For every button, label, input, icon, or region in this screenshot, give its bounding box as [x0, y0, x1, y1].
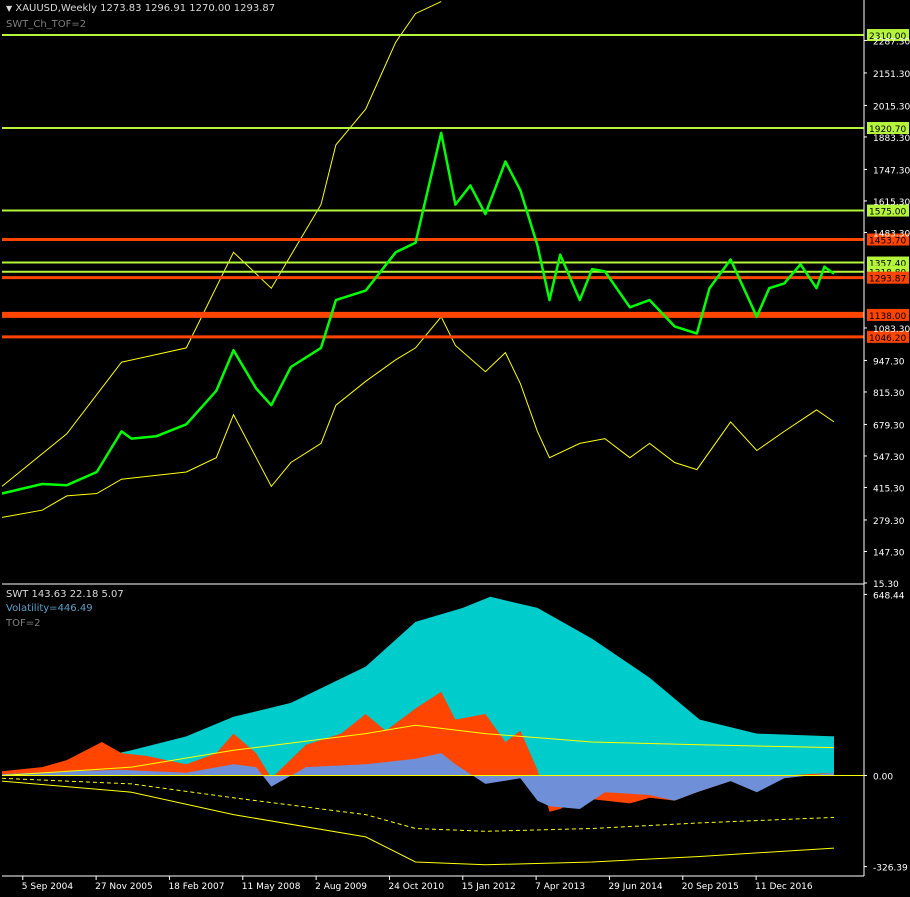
- indicator-name-label: SWT_Ch_TOF=2: [6, 19, 87, 30]
- date-tick-label-7: 15 Jan 2012: [462, 882, 516, 892]
- symbol-ohlc-text: XAUUSD,Weekly 1273.83 1296.91 1270.00 12…: [15, 3, 276, 14]
- date-tick-label-2: 27 Nov 2005: [95, 882, 153, 892]
- price-tick-label-7: 1483.30: [873, 229, 910, 239]
- level-tag-text-9: 1046.20: [869, 334, 906, 344]
- price-tick-label-9: 947.30: [873, 357, 905, 367]
- price-tick-label-13: 415.30: [873, 484, 905, 494]
- date-tick-label-6: 24 Oct 2010: [388, 882, 444, 892]
- level-tag-text-7: 1293.87: [869, 275, 906, 285]
- date-tick-label-4: 11 May 2008: [242, 882, 301, 892]
- date-tick-label-3: 18 Feb 2007: [168, 882, 224, 892]
- price-tick-label-10: 815.30: [873, 389, 905, 399]
- date-tick-label-10: 20 Sep 2015: [682, 882, 739, 892]
- tof-label: TOF=2: [6, 618, 41, 629]
- price-tick-label-6: 1615.30: [873, 198, 910, 208]
- swt-tick-label-1: 648.44: [873, 591, 905, 601]
- price-tick-label-3: 2015.30: [873, 102, 910, 112]
- price-tick-label-1: 2287.30: [873, 37, 910, 47]
- swt-tick-label-3: -326.39: [873, 864, 908, 874]
- collapse-triangle-icon[interactable]: ▼: [6, 4, 12, 13]
- swt-tick-label-2: 0.00: [873, 772, 893, 782]
- date-tick-label-11: 11 Dec 2016: [755, 882, 813, 892]
- date-tick-label-9: 29 Jun 2014: [608, 882, 662, 892]
- price-tick-label-4: 1883.30: [873, 134, 910, 144]
- price-tick-label-11: 679.30: [873, 421, 905, 431]
- level-tag-text-3: 1575.00: [869, 208, 906, 218]
- swt-title-line: SWT 143.63 22.18 5.07: [6, 589, 124, 600]
- price-tick-label-12: 547.30: [873, 453, 905, 463]
- price-tick-label-15: 147.30: [873, 548, 905, 558]
- date-tick-label-5: 2 Aug 2009: [315, 882, 367, 892]
- chart-canvas: 2310.001920.701575.001453.701357.401318.…: [0, 0, 910, 897]
- price-tick-label-2: 2151.30: [873, 70, 910, 80]
- date-tick-label-1: 5 Sep 2004: [22, 882, 74, 892]
- price-tick-label-16: 15.30: [873, 580, 899, 590]
- price-tick-label-8: 1083.30: [873, 325, 910, 335]
- price-tick-label-14: 279.30: [873, 517, 905, 527]
- price-tick-label-5: 1747.30: [873, 166, 910, 176]
- date-tick-label-8: 7 Apr 2013: [535, 882, 585, 892]
- symbol-info-line: ▼ XAUUSD,Weekly 1273.83 1296.91 1270.00 …: [6, 3, 275, 15]
- level-tag-text-8: 1138.00: [869, 312, 906, 322]
- volatility-label: Volatility=446.49: [6, 603, 93, 614]
